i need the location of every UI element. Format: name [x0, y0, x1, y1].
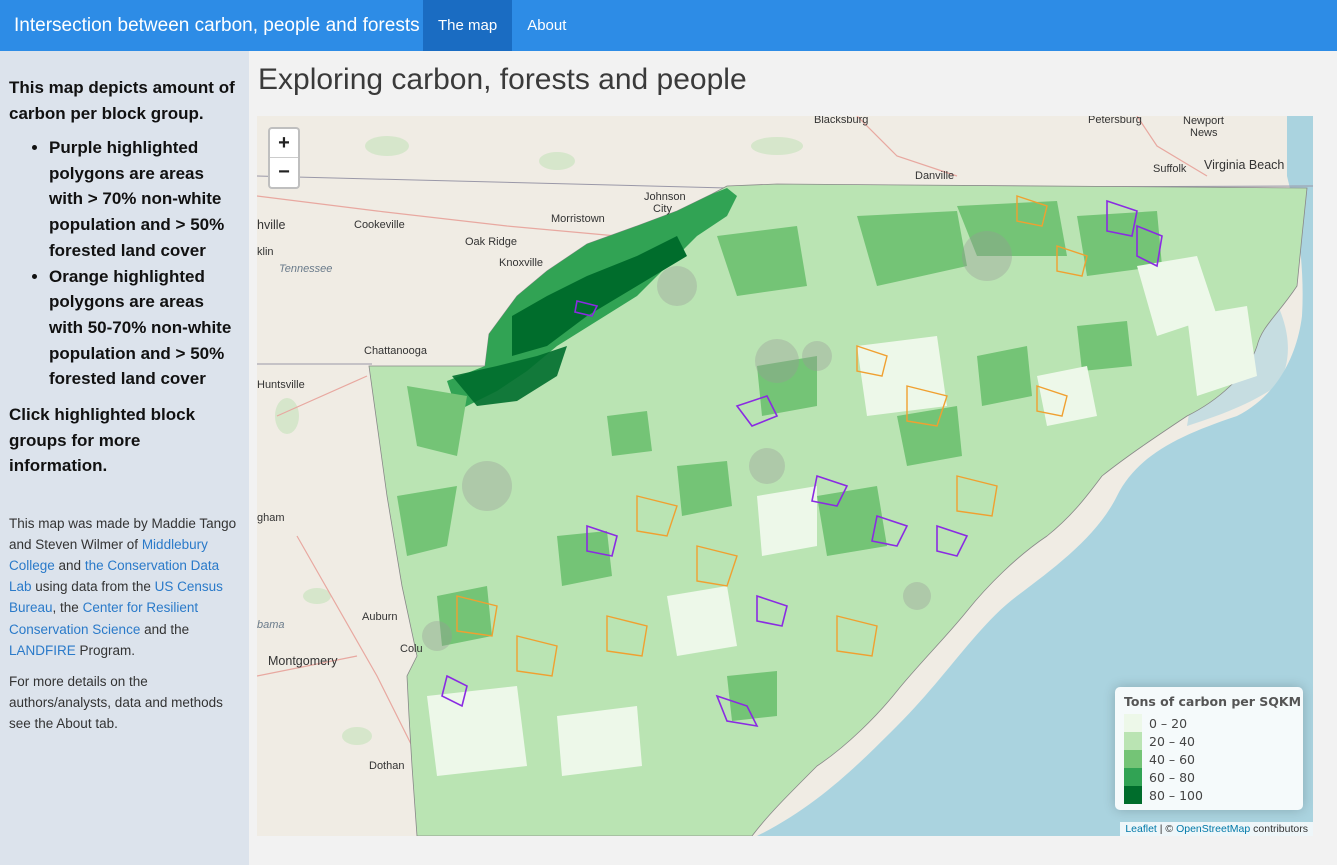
legend-label: 80 – 100: [1149, 787, 1203, 803]
attribution-rest: contributors: [1250, 823, 1308, 835]
legend-title: Tons of carbon per SQKM: [1124, 694, 1302, 709]
link-landfire[interactable]: LANDFIRE: [9, 643, 76, 658]
zoom-control: + −: [268, 127, 300, 189]
list-item-purple: Purple highlighted polygons are areas wi…: [49, 135, 239, 264]
place-label-huntsville: Huntsville: [257, 379, 305, 391]
attribution-sep: | ©: [1156, 823, 1177, 835]
navbar: Intersection between carbon, people and …: [0, 0, 1337, 51]
place-label-chattanooga: Chattanooga: [364, 345, 427, 357]
tab-the-map[interactable]: The map: [423, 0, 513, 51]
credit-text-4: , the: [52, 600, 83, 616]
app-title[interactable]: Intersection between carbon, people and …: [0, 0, 423, 51]
legend-swatch: [1124, 786, 1142, 804]
map-attribution: Leaflet | © OpenStreetMap contributors: [1120, 822, 1313, 836]
more-details-text: For more details on the authors/analysts…: [9, 673, 223, 732]
leaflet-link[interactable]: Leaflet: [1125, 823, 1157, 835]
osm-link[interactable]: OpenStreetMap: [1176, 823, 1250, 835]
legend-item-60-80: 60 – 80: [1124, 768, 1294, 786]
legend-label: 40 – 60: [1149, 751, 1196, 767]
legend-item-40-60: 40 – 60: [1124, 750, 1294, 768]
sidebar-lead-text: This map depicts amount of carbon per bl…: [9, 78, 235, 123]
credit-text-6: Program.: [75, 642, 136, 658]
list-item-orange: Orange highlighted polygons are areas wi…: [49, 264, 239, 393]
zoom-in-button[interactable]: +: [270, 129, 298, 158]
place-label-suffolk: Suffolk: [1153, 163, 1187, 175]
credit-text-5: and the: [140, 621, 190, 637]
place-label-dothan: Dothan: [369, 760, 405, 772]
place-label-knoxville: Knoxville: [499, 257, 544, 269]
carbon-legend: Tons of carbon per SQKM 0 – 20 20 – 40 4…: [1115, 687, 1303, 810]
legend-swatch: [1124, 714, 1142, 732]
place-label-oak-ridge: Oak Ridge: [465, 236, 517, 248]
place-label-johnson-1: Johnson: [644, 191, 686, 203]
place-label-blacksburg: Blacksburg: [814, 116, 869, 126]
state-label-alabama: bama: [257, 619, 285, 631]
legend-label: 20 – 40: [1149, 733, 1196, 749]
credit-text-2: and: [54, 557, 85, 573]
legend-item-0-20: 0 – 20: [1124, 714, 1294, 732]
place-label-johnson-2: City: [653, 203, 672, 215]
place-label-morristown: Morristown: [551, 213, 605, 225]
place-label-birmingham: gham: [257, 512, 285, 524]
place-label-montgomery: Montgomery: [268, 654, 338, 668]
legend-swatch: [1124, 732, 1142, 750]
place-label-nashville: hville: [257, 218, 286, 232]
credit-paragraph: This map was made by Maddie Tango and St…: [9, 513, 239, 661]
legend-item-80-100: 80 – 100: [1124, 786, 1294, 804]
place-label-cookeville: Cookeville: [354, 219, 405, 231]
place-label-virginia-beach: Virginia Beach: [1204, 158, 1285, 172]
place-label-petersburg: Petersburg: [1088, 116, 1142, 126]
zoom-out-button[interactable]: −: [270, 158, 298, 187]
sidebar: This map depicts amount of carbon per bl…: [0, 51, 249, 865]
place-label-franklin: klin: [257, 246, 274, 258]
legend-label: 0 – 20: [1149, 715, 1188, 731]
state-label-tennessee: Tennessee: [279, 263, 333, 275]
place-label-danville: Danville: [915, 170, 955, 182]
legend-item-20-40: 20 – 40: [1124, 732, 1294, 750]
legend-swatch: [1124, 750, 1142, 768]
click-hint-text: Click highlighted block groups for more …: [9, 405, 196, 476]
leaflet-map[interactable]: + − Blacksburg Petersburg Newport News V…: [257, 116, 1313, 836]
place-label-columbus: Colu: [400, 643, 423, 655]
legend-label: 60 – 80: [1149, 769, 1196, 785]
place-label-auburn: Auburn: [362, 611, 398, 623]
credit-text-3: using data from the: [31, 579, 155, 595]
place-label-newport-1: Newport: [1183, 116, 1224, 127]
tab-about[interactable]: About: [512, 0, 581, 51]
place-label-newport-2: News: [1190, 127, 1218, 139]
highlight-legend-list: Purple highlighted polygons are areas wi…: [49, 135, 239, 392]
legend-swatch: [1124, 768, 1142, 786]
page-title: Exploring carbon, forests and people: [258, 63, 747, 96]
